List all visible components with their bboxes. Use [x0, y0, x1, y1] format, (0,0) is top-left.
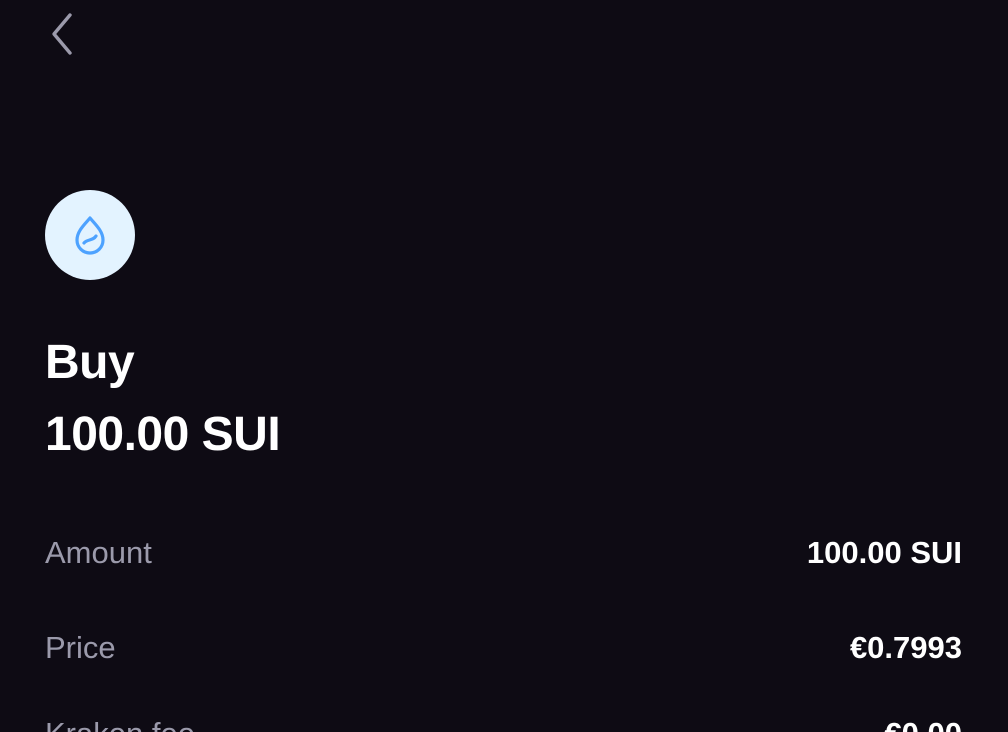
detail-row-amount: Amount 100.00 SUI [45, 531, 962, 575]
detail-value: €0.7993 [849, 630, 962, 665]
detail-label: Price [45, 630, 116, 665]
order-amount-headline: 100.00 SUI [45, 408, 281, 461]
chevron-left-icon [52, 13, 72, 55]
order-action-label: Buy [45, 336, 135, 389]
order-title: Buy 100.00 SUI [45, 334, 281, 464]
detail-row-fee: Kraken fee €0.00 [45, 712, 962, 732]
sui-droplet-icon [75, 216, 105, 255]
detail-row-price: Price €0.7993 [45, 626, 962, 670]
token-logo [45, 190, 135, 280]
order-review-screen: Buy 100.00 SUI Amount 100.00 SUI Price €… [0, 0, 1008, 732]
back-button[interactable] [38, 8, 86, 60]
detail-label: Kraken fee [45, 716, 195, 732]
detail-value: 100.00 SUI [806, 535, 962, 570]
detail-value: €0.00 [884, 716, 962, 732]
detail-label: Amount [45, 535, 152, 570]
